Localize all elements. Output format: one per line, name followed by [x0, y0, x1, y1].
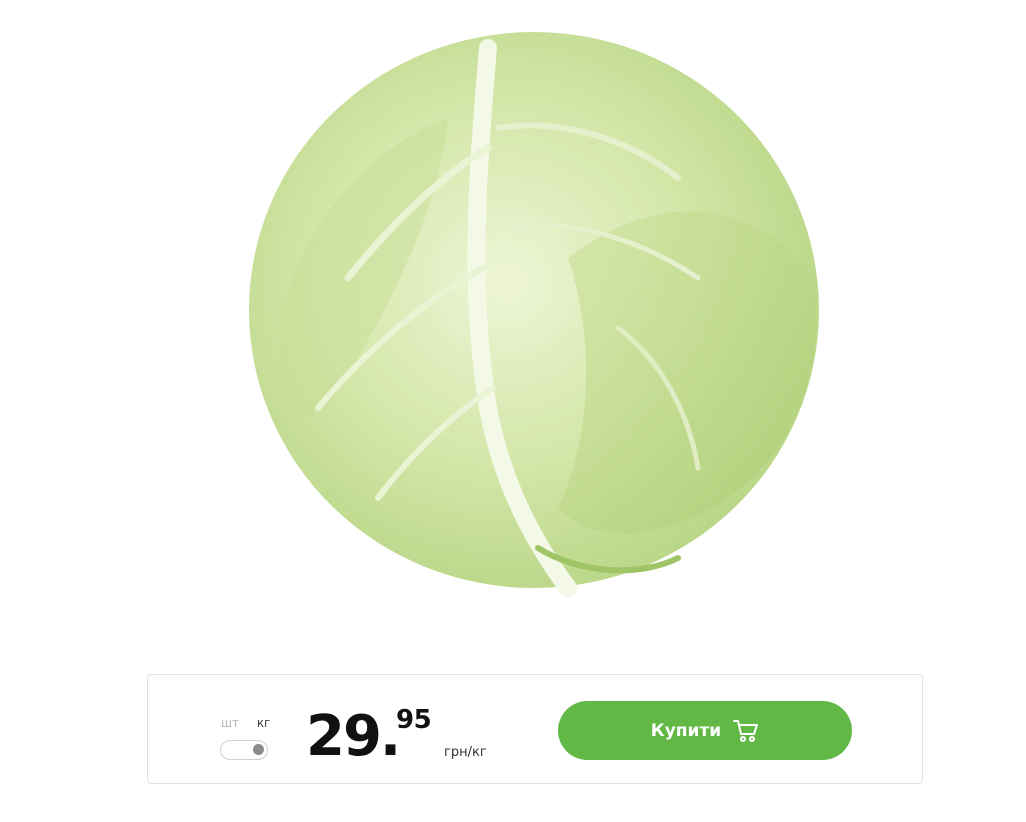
unit-switch-labels: шт кг — [221, 716, 270, 730]
unit-toggle[interactable] — [220, 740, 268, 760]
cabbage-image — [249, 32, 819, 597]
unit-kg-label[interactable]: кг — [257, 716, 271, 730]
cart-icon — [733, 719, 759, 743]
buy-panel: шт кг 29. 95 грн/кг Купити — [147, 674, 923, 784]
buy-button-label: Купити — [650, 720, 722, 741]
price-unit: грн/кг — [444, 745, 487, 760]
buy-button[interactable]: Купити — [558, 701, 852, 760]
price: 29. 95 — [306, 701, 432, 773]
toggle-knob — [253, 744, 264, 755]
price-fraction: 95 — [396, 705, 432, 735]
price-integer: 29. — [306, 704, 401, 769]
unit-pcs-label[interactable]: шт — [221, 716, 239, 730]
product-page: шт кг 29. 95 грн/кг Купити — [0, 0, 1026, 822]
